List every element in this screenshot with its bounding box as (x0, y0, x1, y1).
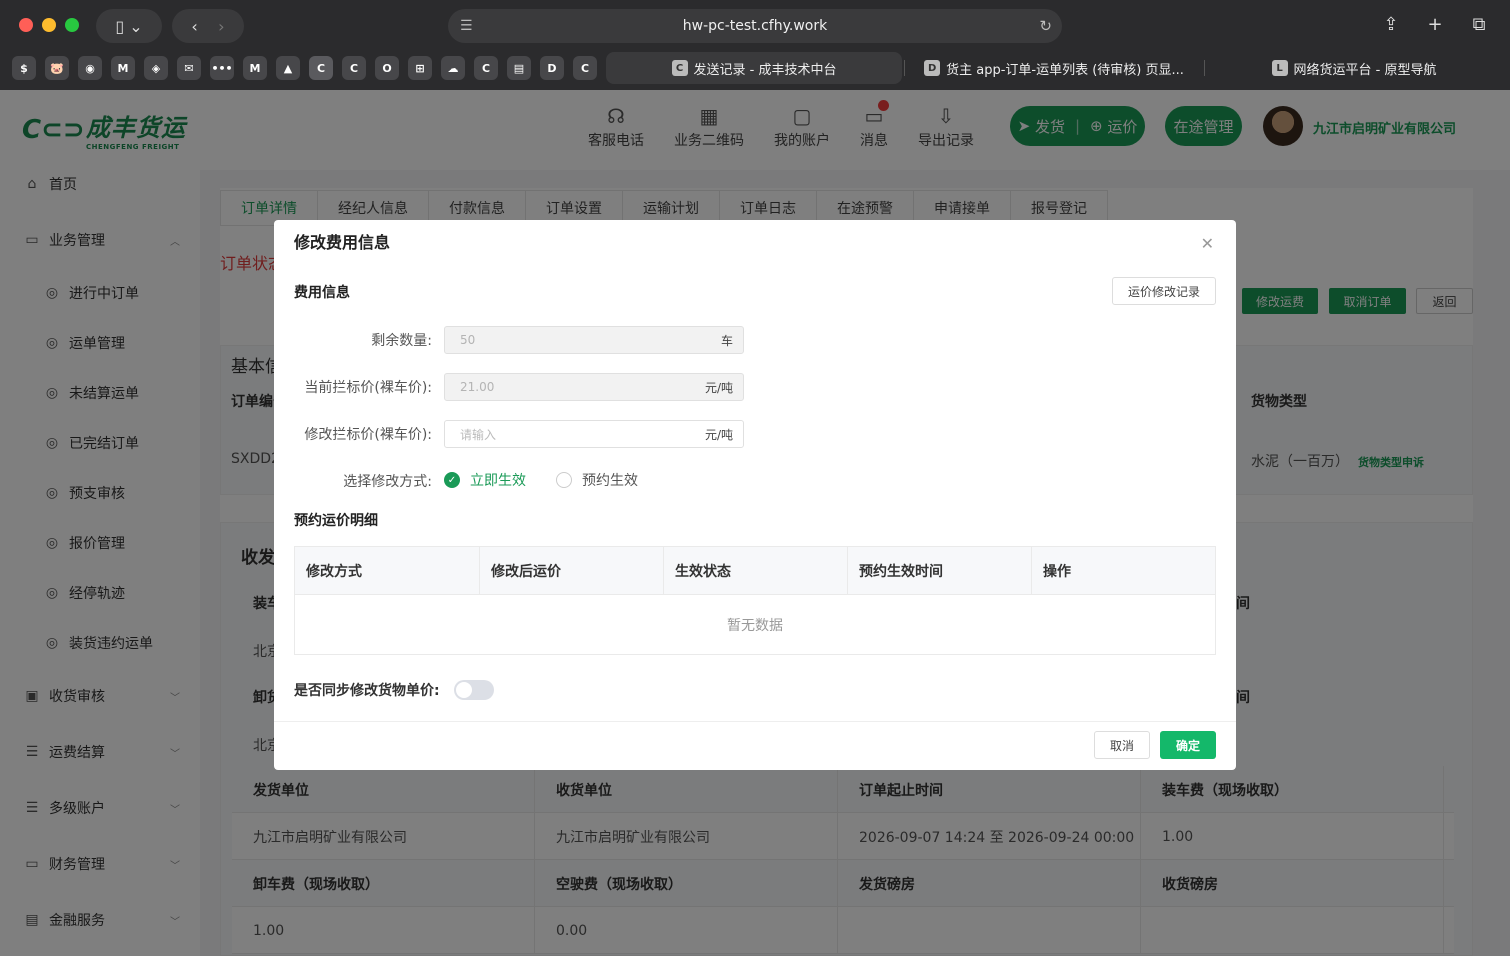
pinned-tab-favicon[interactable]: M (243, 56, 267, 80)
freight-change-record-button[interactable]: 运价修改记录 (1112, 277, 1216, 305)
column-header: 预约生效时间 (848, 547, 1032, 595)
fee-section-title: 费用信息 (294, 285, 350, 301)
pinned-tab-favicon[interactable]: ▤ (507, 56, 531, 80)
new-price-input[interactable]: 请输入 元/吨 (444, 420, 744, 448)
pinned-tab-favicon[interactable]: M (111, 56, 135, 80)
empty-state: 暂无数据 (727, 618, 783, 634)
unit-suffix: 车 (720, 333, 733, 348)
column-header: 修改方式 (295, 547, 480, 595)
column-header: 生效状态 (664, 547, 848, 595)
current-price-label: 当前拦标价(裸车价): (304, 380, 432, 396)
close-icon[interactable]: ✕ (1201, 234, 1214, 253)
schedule-section-title: 预约运价明细 (294, 513, 378, 529)
radio-immediate[interactable]: ✓ 立即生效 (444, 470, 526, 490)
pinned-tab-favicon[interactable]: C (309, 56, 333, 80)
history-nav[interactable]: ‹ › (172, 9, 244, 43)
input-value: 21.00 (460, 380, 495, 394)
column-header: 修改后运价 (480, 547, 664, 595)
unit-suffix: 元/吨 (704, 380, 733, 395)
close-window-button[interactable] (19, 18, 33, 32)
pinned-tab-favicon[interactable]: C (342, 56, 366, 80)
browser-tab[interactable]: D 货主 app-订单-运单列表 (待审核) 页显... (906, 52, 1202, 84)
tab-title: 货主 app-订单-运单列表 (待审核) 页显... (946, 62, 1184, 78)
edit-fee-modal: 修改费用信息 ✕ 费用信息 运价修改记录 剩余数量: 50 车 当前拦标价(裸车价… (274, 220, 1236, 770)
schedule-table: 修改方式 修改后运价 生效状态 预约生效时间 操作 暂无数据 (294, 546, 1216, 655)
tab-title: 发送记录 - 成丰技术中台 (693, 62, 837, 78)
tab-title: 网络货运平台 - 原型导航 (1293, 62, 1437, 78)
pinned-tab-favicon[interactable]: 🐷 (45, 56, 69, 80)
browser-tab[interactable]: C 发送记录 - 成丰技术中台 (606, 52, 902, 84)
pinned-tab-favicon[interactable]: C (573, 56, 597, 80)
modal-title: 修改费用信息 (294, 233, 391, 252)
remaining-quantity-input[interactable]: 50 车 (444, 326, 744, 354)
sync-toggle[interactable] (454, 680, 494, 700)
radio-label: 预约生效 (582, 473, 638, 489)
pinned-tab-favicon[interactable]: $ (12, 56, 36, 80)
pinned-tab-favicon[interactable]: D (540, 56, 564, 80)
tab-strip: C 发送记录 - 成丰技术中台 D 货主 app-订单-运单列表 (待审核) 页显.… (0, 52, 1510, 84)
tab-favicon-icon: L (1271, 60, 1288, 76)
pinned-tab-favicon[interactable]: ◈ (144, 56, 168, 80)
unit-suffix: 元/吨 (704, 427, 733, 442)
radio-scheduled[interactable]: 预约生效 (556, 470, 638, 490)
pinned-tab-favicon[interactable]: ✉ (177, 56, 201, 80)
maximize-window-button[interactable] (65, 18, 79, 32)
radio-label: 立即生效 (470, 473, 526, 489)
minimize-window-button[interactable] (42, 18, 56, 32)
sidebar-icon: ▯ ⌄ (115, 16, 143, 36)
column-header: 操作 (1043, 564, 1071, 580)
page-settings-icon[interactable]: ☰ (460, 18, 473, 34)
share-icon[interactable]: ⇪ (1376, 9, 1406, 39)
pinned-tab-favicon[interactable]: O (375, 56, 399, 80)
pinned-tab-favicon[interactable]: ▲ (276, 56, 300, 80)
pinned-tab-favicon[interactable]: ◉ (78, 56, 102, 80)
back-icon[interactable]: ‹ (191, 17, 197, 36)
pinned-tab-favicon[interactable]: ••• (210, 56, 234, 80)
remaining-quantity-label: 剩余数量: (371, 333, 432, 349)
sync-label: 是否同步修改货物单价: (294, 683, 440, 699)
new-price-label: 修改拦标价(裸车价): (304, 427, 432, 443)
modal-divider (274, 721, 1236, 722)
mode-label: 选择修改方式: (343, 474, 432, 490)
confirm-button[interactable]: 确定 (1160, 731, 1216, 759)
reload-icon[interactable]: ↻ (1039, 17, 1052, 35)
input-value: 50 (460, 333, 476, 347)
check-icon: ✓ (444, 472, 460, 488)
current-price-input[interactable]: 21.00 元/吨 (444, 373, 744, 401)
browser-tab[interactable]: L 网络货运平台 - 原型导航 (1206, 52, 1502, 84)
radio-circle-icon (556, 472, 572, 488)
new-tab-icon[interactable]: + (1420, 9, 1450, 39)
pinned-tab-favicon[interactable]: C (474, 56, 498, 80)
browser-chrome: ▯ ⌄ ‹ › ☰ hw-pc-test.cfhy.work ↻ ⇪ + ⧉ C… (0, 0, 1510, 90)
pinned-tab-favicon[interactable]: ⊞ (408, 56, 432, 80)
sidebar-toggle-button[interactable]: ▯ ⌄ (96, 9, 162, 43)
tab-favicon-icon: D (924, 60, 941, 76)
cancel-button[interactable]: 取消 (1094, 731, 1150, 759)
pinned-tab-favicon[interactable]: ☁ (441, 56, 465, 80)
tab-favicon-icon: C (671, 60, 688, 76)
url-bar[interactable]: ☰ hw-pc-test.cfhy.work ↻ (448, 9, 1062, 43)
input-placeholder: 请输入 (460, 427, 497, 442)
tab-overview-icon[interactable]: ⧉ (1464, 9, 1494, 39)
forward-icon[interactable]: › (218, 17, 224, 36)
url-text: hw-pc-test.cfhy.work (682, 18, 828, 34)
